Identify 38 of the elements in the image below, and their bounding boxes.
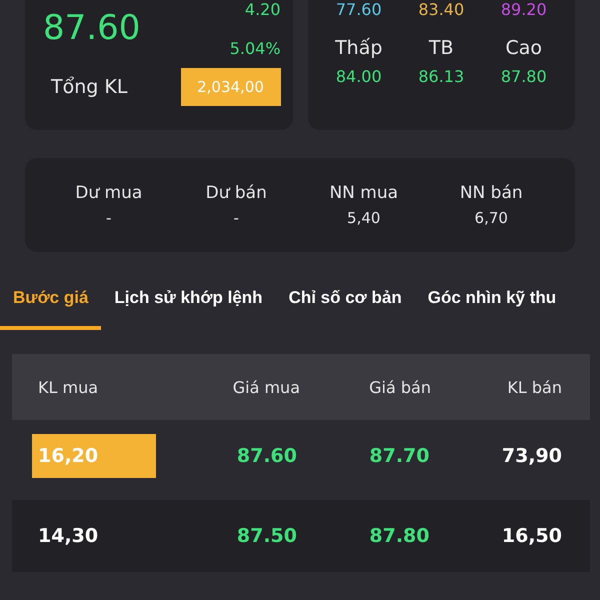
table-cell-text: 73,90 bbox=[500, 445, 562, 467]
column-header: KL bán bbox=[506, 378, 562, 396]
stat-value: 87.80 bbox=[500, 67, 548, 86]
volume-value: 2,034,00 bbox=[180, 68, 281, 106]
flow-label: NN mua bbox=[329, 183, 398, 203]
column-header: Giá bán bbox=[368, 378, 431, 396]
price-change: 4.20 bbox=[244, 0, 281, 19]
flow-value: - bbox=[234, 209, 239, 227]
flow-value: 5,40 bbox=[347, 209, 380, 227]
reference-price: 77.60 bbox=[334, 0, 383, 19]
table-cell-text: 14,30 bbox=[37, 524, 100, 549]
stat-label: Cao bbox=[504, 37, 544, 59]
table-cell-text: 16,50 bbox=[500, 525, 562, 547]
reference-price: 89.20 bbox=[500, 0, 548, 19]
tab[interactable]: Lịch sử khớp lệnh bbox=[101, 288, 276, 330]
percent-change: 5.04% bbox=[230, 39, 281, 58]
flow-value: - bbox=[106, 209, 112, 227]
table-cell-text: 87.80 bbox=[368, 525, 430, 547]
tab[interactable]: Chỉ số cơ bản bbox=[276, 288, 415, 330]
flow-label: Dư bán bbox=[206, 183, 267, 203]
stat-label: Thấp bbox=[334, 37, 384, 59]
flow-value: 6,70 bbox=[474, 209, 508, 227]
table-cell-text: 87.60 bbox=[236, 445, 297, 467]
stat-label: TB bbox=[428, 37, 455, 59]
column-header: Giá mua bbox=[232, 378, 300, 396]
column-header: KL mua bbox=[38, 378, 100, 396]
tab[interactable]: Bước giá bbox=[0, 288, 102, 330]
flow-label: NN bán bbox=[460, 183, 523, 203]
stat-value: 84.00 bbox=[334, 67, 383, 86]
last-price: 87.60 bbox=[43, 8, 140, 50]
table-cell: 16,20 bbox=[32, 434, 156, 478]
stat-value: 86.13 bbox=[417, 67, 466, 86]
reference-price: 83.40 bbox=[417, 0, 466, 19]
tab[interactable]: Góc nhìn kỹ thu bbox=[414, 288, 570, 330]
flow-label: Dư mua bbox=[75, 183, 142, 203]
volume-label: Tổng KL bbox=[51, 76, 128, 98]
table-cell-text: 87.70 bbox=[368, 445, 430, 467]
table-cell-text: 87.50 bbox=[236, 525, 297, 547]
